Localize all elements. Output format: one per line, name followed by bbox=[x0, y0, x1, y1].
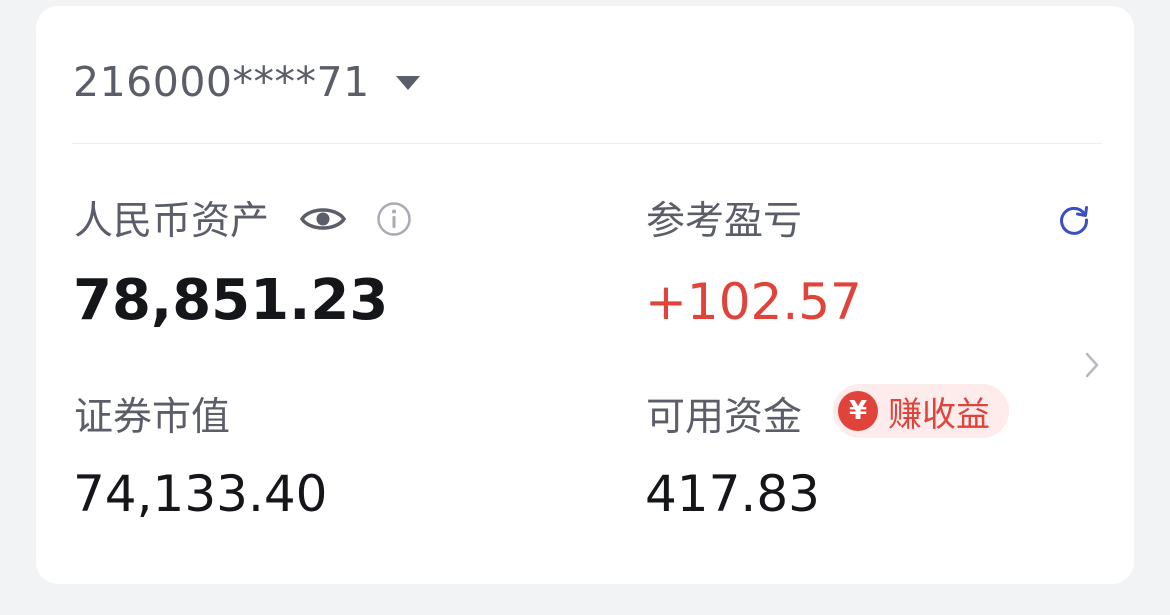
total-assets-label: 人民币资产 bbox=[74, 199, 270, 244]
total-assets-value: 78,851.23 bbox=[73, 268, 389, 333]
pnl-label: 参考盈亏 bbox=[646, 199, 803, 244]
earn-yield-label: 赚收益 bbox=[888, 394, 990, 435]
account-summary-card: 216000****71 人民币资产 78,851.23 参考盈亏 +102.5… bbox=[36, 6, 1134, 584]
chevron-right-icon[interactable] bbox=[1082, 348, 1102, 382]
available-cash-label: 可用资金 bbox=[646, 395, 803, 440]
eye-icon[interactable] bbox=[299, 202, 347, 236]
pnl-value: +102.57 bbox=[645, 273, 862, 331]
chevron-down-icon bbox=[395, 75, 420, 90]
account-number: 216000****71 bbox=[73, 58, 370, 106]
refresh-icon[interactable] bbox=[1057, 203, 1091, 237]
securities-value: 74,133.40 bbox=[73, 465, 328, 523]
earn-yield-badge[interactable]: ¥ 赚收益 bbox=[833, 384, 1009, 438]
divider bbox=[72, 143, 1102, 144]
account-selector[interactable]: 216000****71 bbox=[73, 62, 420, 103]
yuan-coin-icon: ¥ bbox=[838, 391, 878, 431]
securities-value-label: 证券市值 bbox=[74, 395, 231, 440]
info-icon[interactable] bbox=[376, 201, 412, 237]
available-cash-value: 417.83 bbox=[645, 465, 820, 523]
